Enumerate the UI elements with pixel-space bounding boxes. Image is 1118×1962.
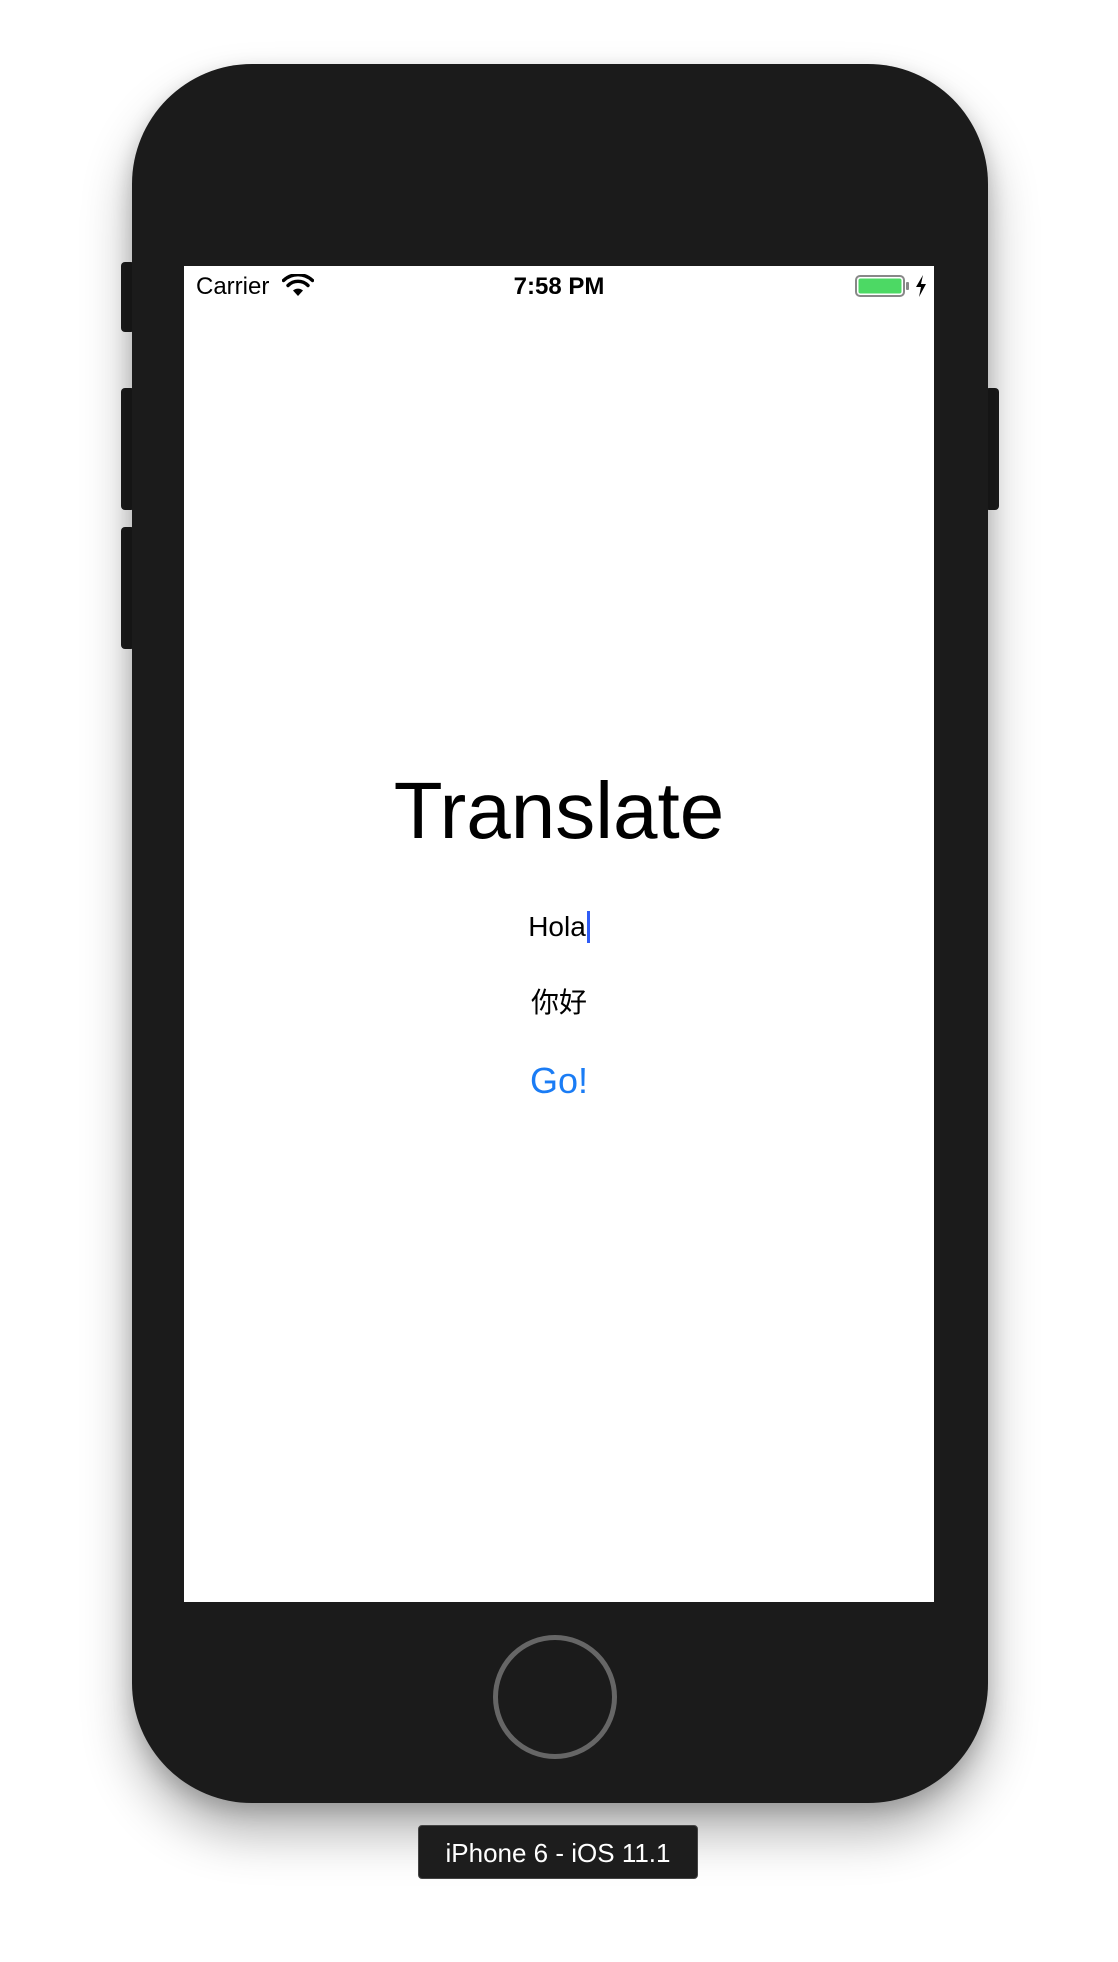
text-caret (586, 911, 590, 943)
device-screen: Carrier 7:58 PM Translate Hola 你好 Go! (184, 266, 934, 1602)
translate-input[interactable]: Hola (184, 911, 934, 943)
page-title: Translate (393, 766, 725, 855)
simulator-stage: Carrier 7:58 PM Translate Hola 你好 Go! iP… (0, 0, 1118, 1962)
go-button[interactable]: Go! (489, 1056, 629, 1106)
status-bar: Carrier 7:58 PM (184, 266, 934, 306)
battery-icon (855, 275, 911, 297)
status-time: 7:58 PM (513, 273, 605, 300)
device-label: iPhone 6 - iOS 11.1 (418, 1825, 698, 1879)
home-button[interactable] (493, 1635, 617, 1759)
translation-output: 你好 (530, 987, 587, 1018)
translate-input-value: Hola (528, 911, 586, 942)
charging-bolt-icon (914, 274, 928, 298)
